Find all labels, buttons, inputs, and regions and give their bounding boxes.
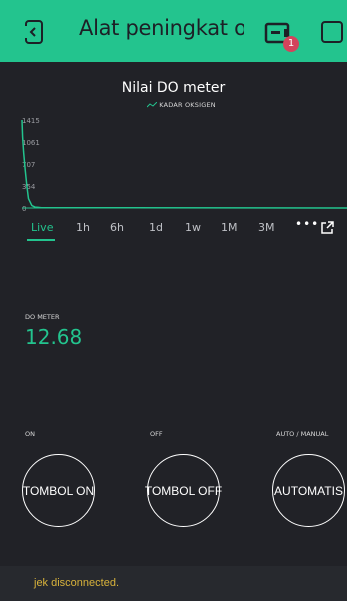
range-1h[interactable]: 1h [76, 221, 90, 234]
do-meter-label: DO METER [25, 313, 60, 321]
button-off-label: OFF [150, 430, 163, 438]
line-chart[interactable]: 141510617073540 [0, 112, 347, 214]
expand-icon[interactable] [320, 221, 334, 235]
do-meter-value: 12.68 [25, 325, 83, 349]
status-bar: jek disconnected. [0, 566, 347, 601]
range-1m[interactable]: 1M [221, 221, 238, 234]
app-header: Alat peningkat oksigen 1 [0, 0, 347, 62]
device-back-icon[interactable] [22, 18, 48, 46]
range-6h[interactable]: 6h [110, 221, 124, 234]
tombol-off-button[interactable]: TOMBOL OFF [145, 454, 222, 527]
more-icon[interactable]: ••• [295, 217, 319, 231]
range-3m[interactable]: 3M [258, 221, 275, 234]
y-tick-label: 0 [22, 205, 26, 213]
chart-title: Nilai DO meter [121, 80, 226, 96]
y-tick-label: 1415 [22, 117, 40, 125]
legend-label: KADAR OKSIGEN [159, 101, 216, 109]
range-1d[interactable]: 1d [149, 221, 163, 234]
notification-badge: 1 [283, 36, 299, 52]
time-range-bar: Live 1h 6h 1d 1w 1M 3M ••• [0, 217, 347, 241]
button-auto-label: AUTO / MANUAL [276, 430, 329, 438]
square-icon[interactable] [321, 21, 343, 43]
chart-legend: KADAR OKSIGEN [147, 101, 216, 109]
y-tick-label: 1061 [22, 139, 40, 147]
app-title: Alat peningkat oksigen [79, 16, 244, 40]
legend-line-icon [147, 102, 157, 108]
range-live[interactable]: Live [31, 221, 53, 234]
connection-status: jek disconnected. [34, 577, 119, 589]
range-1w[interactable]: 1w [185, 221, 201, 234]
automatis-button[interactable]: AUTOMATIS [272, 454, 345, 527]
button-on-label: ON [25, 430, 35, 438]
series-line-kadar-oksigen [21, 119, 347, 209]
tombol-on-button[interactable]: TOMBOL ON [22, 454, 95, 527]
active-range-indicator [27, 239, 55, 241]
y-tick-label: 354 [22, 183, 36, 191]
